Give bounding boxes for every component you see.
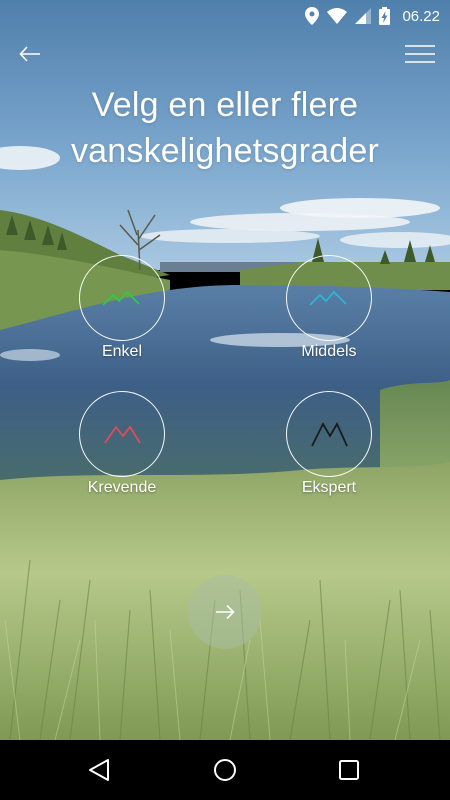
difficulty-option-middels[interactable]: Middels <box>259 255 399 385</box>
navigation-bar <box>0 740 450 800</box>
location-icon <box>305 7 320 25</box>
arrow-right-icon <box>216 604 235 620</box>
page-title-line1: Velg en eller flere <box>91 86 359 124</box>
difficulty-label-ekspert: Ekspert <box>301 479 357 496</box>
nav-recents-icon <box>339 760 359 780</box>
difficulty-circle <box>79 255 165 341</box>
status-bar: 06.22 <box>0 0 450 32</box>
mountain-icon <box>309 290 347 306</box>
nav-recents-button[interactable] <box>314 740 384 800</box>
mountain-icon <box>104 425 141 444</box>
nav-back-icon <box>89 759 109 781</box>
difficulty-circle <box>79 391 165 477</box>
difficulty-label-krevende: Krevende <box>87 479 157 496</box>
menu-button[interactable] <box>398 32 442 76</box>
difficulty-label-enkel: Enkel <box>101 343 143 360</box>
nav-back-button[interactable] <box>64 740 134 800</box>
mountain-icon <box>311 422 348 447</box>
difficulty-circle <box>286 391 372 477</box>
difficulty-option-ekspert[interactable]: Ekspert <box>259 391 399 521</box>
mountain-icon <box>102 290 140 306</box>
difficulty-circle <box>286 255 372 341</box>
arrow-left-icon <box>19 46 40 62</box>
difficulty-option-enkel[interactable]: Enkel <box>52 255 192 385</box>
screen: 06.22 Velg en eller flere vanskelighetsg… <box>0 0 450 740</box>
difficulty-option-krevende[interactable]: Krevende <box>52 391 192 521</box>
hamburger-menu-icon <box>405 45 435 63</box>
back-button[interactable] <box>8 32 52 76</box>
battery-charging-icon <box>379 7 391 25</box>
status-icons: 06.22 <box>305 5 440 27</box>
next-button[interactable] <box>188 575 262 649</box>
status-time: 06.22 <box>402 7 440 25</box>
page-title: Velg en eller flere vanskelighetsgrader <box>0 82 450 174</box>
page-title-line2: vanskelighetsgrader <box>70 132 380 170</box>
wifi-icon <box>327 8 348 24</box>
difficulty-label-middels: Middels <box>301 343 357 360</box>
nav-home-icon <box>214 759 236 781</box>
nav-home-button[interactable] <box>190 740 260 800</box>
signal-icon <box>355 8 372 24</box>
